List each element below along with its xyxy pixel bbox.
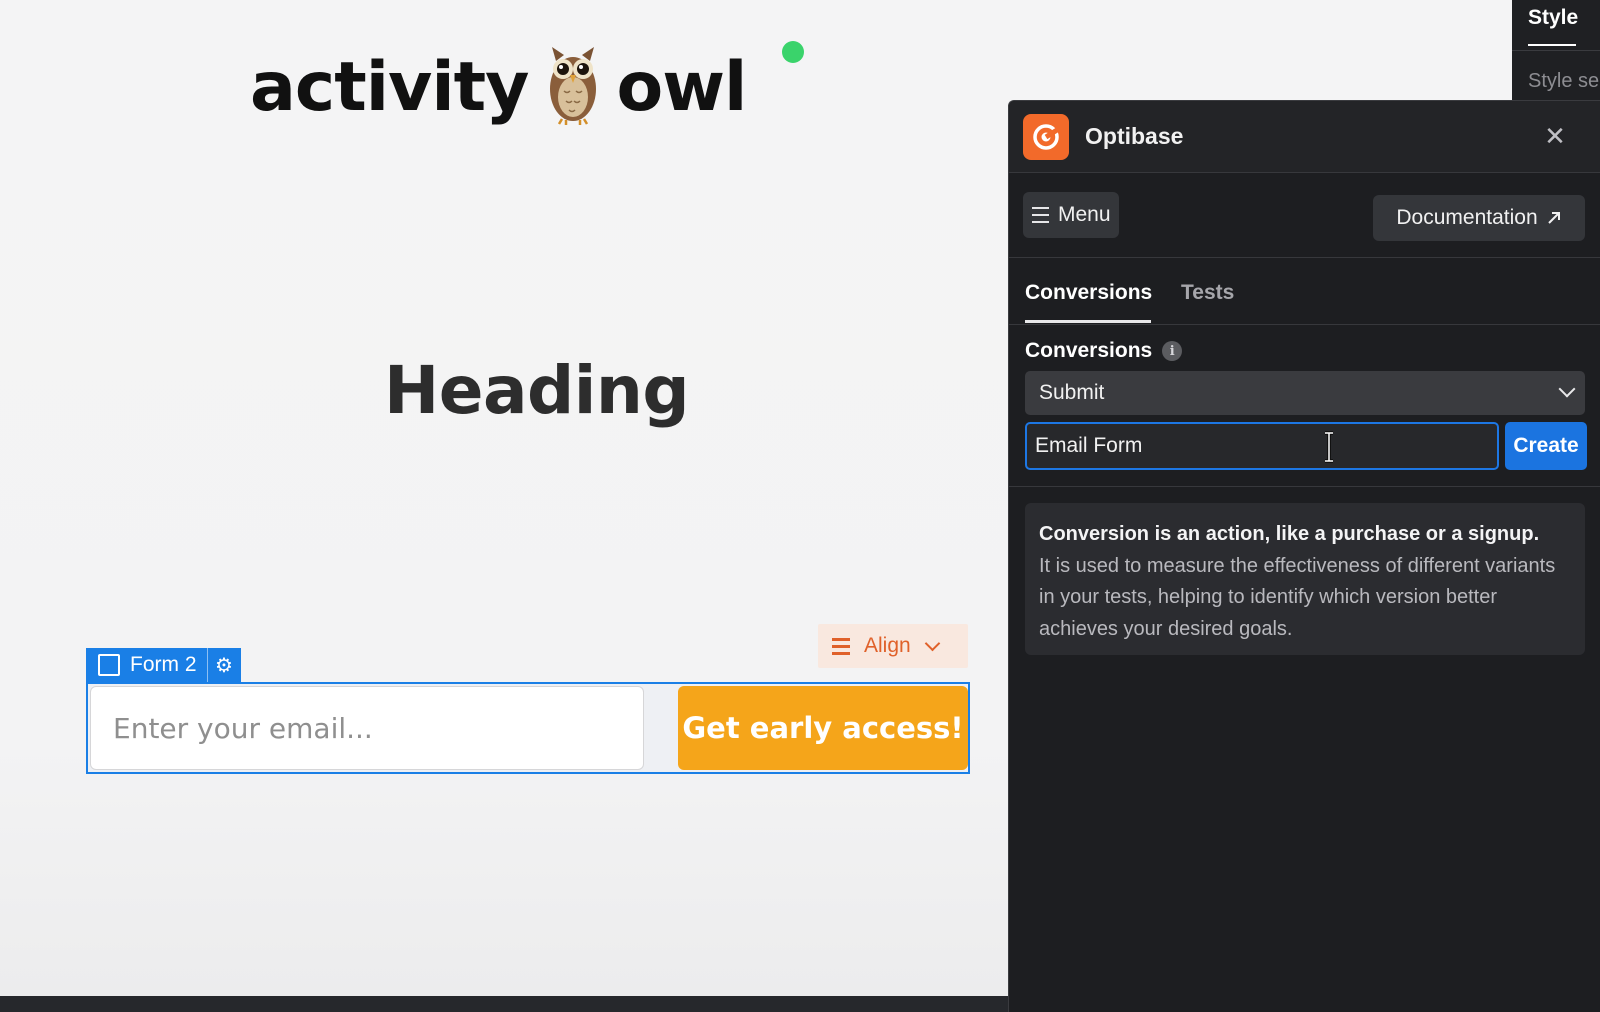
page-canvas: activity owl Heading Align Form 2 ⚙ Ente… (0, 0, 1010, 996)
menu-button[interactable]: Menu (1023, 192, 1119, 238)
optibase-logo-icon (1023, 113, 1069, 160)
align-label: Align (864, 634, 911, 657)
logo-word-activity: activity (250, 48, 529, 127)
gear-icon[interactable]: ⚙ (206, 648, 241, 682)
conversion-type-select[interactable]: Submit (1025, 371, 1585, 415)
align-button[interactable]: Align (818, 624, 968, 668)
external-link-icon (1547, 212, 1560, 224)
hamburger-icon (1032, 207, 1049, 223)
logo-word-owl: owl (616, 48, 747, 127)
divider (1512, 50, 1600, 51)
email-field[interactable] (90, 686, 644, 770)
documentation-label: Documentation (1396, 206, 1538, 229)
align-icon (832, 637, 850, 655)
active-tab-indicator (1025, 320, 1151, 323)
conversion-name-input[interactable] (1025, 422, 1499, 470)
page-heading[interactable]: Heading (384, 352, 690, 429)
status-dot (782, 41, 804, 63)
panel-toolbar: Menu Documentation (1009, 174, 1600, 258)
style-selector-label: Style se (1528, 70, 1600, 92)
site-logo[interactable]: activity owl (250, 38, 747, 138)
panel-title: Optibase (1085, 123, 1184, 149)
section-title: Conversions (1025, 339, 1153, 362)
tab-conversions[interactable]: Conversions (1025, 281, 1152, 305)
menu-label: Menu (1058, 203, 1111, 226)
close-icon[interactable]: ✕ (1540, 121, 1570, 151)
get-early-access-button[interactable]: Get early access! (678, 686, 968, 770)
text-cursor-icon (1325, 431, 1333, 463)
info-icon[interactable]: i (1162, 341, 1183, 361)
owl-icon (550, 47, 597, 125)
chevron-down-icon (924, 635, 940, 651)
form-element-icon (98, 654, 120, 676)
create-button[interactable]: Create (1505, 422, 1587, 470)
conversion-info-box: Conversion is an action, like a purchase… (1025, 503, 1585, 655)
panel-tabs: Conversions Tests (1009, 259, 1600, 325)
form-selection-tag[interactable]: Form 2 ⚙ (86, 648, 241, 682)
chevron-down-icon (1558, 380, 1576, 398)
documentation-button[interactable]: Documentation (1373, 195, 1585, 241)
conversions-section-label: Conversions i (1025, 339, 1183, 363)
bottom-bar (0, 996, 1010, 1012)
info-body: It is used to measure the effectiveness … (1039, 554, 1556, 640)
tab-style[interactable]: Style (1528, 6, 1578, 30)
info-headline: Conversion is an action, like a purchase… (1039, 523, 1540, 545)
form-tag-label: Form 2 (130, 653, 197, 676)
style-tab-underline (1528, 44, 1576, 46)
panel-header: Optibase (1009, 101, 1600, 173)
divider (1009, 486, 1600, 487)
tab-tests[interactable]: Tests (1181, 281, 1234, 305)
style-panel: Style Style se (1512, 0, 1600, 100)
select-value: Submit (1039, 381, 1105, 404)
optibase-panel: Optibase ✕ Menu Documentation Conversion… (1008, 100, 1600, 1012)
email-form[interactable]: Get early access! (86, 682, 970, 774)
